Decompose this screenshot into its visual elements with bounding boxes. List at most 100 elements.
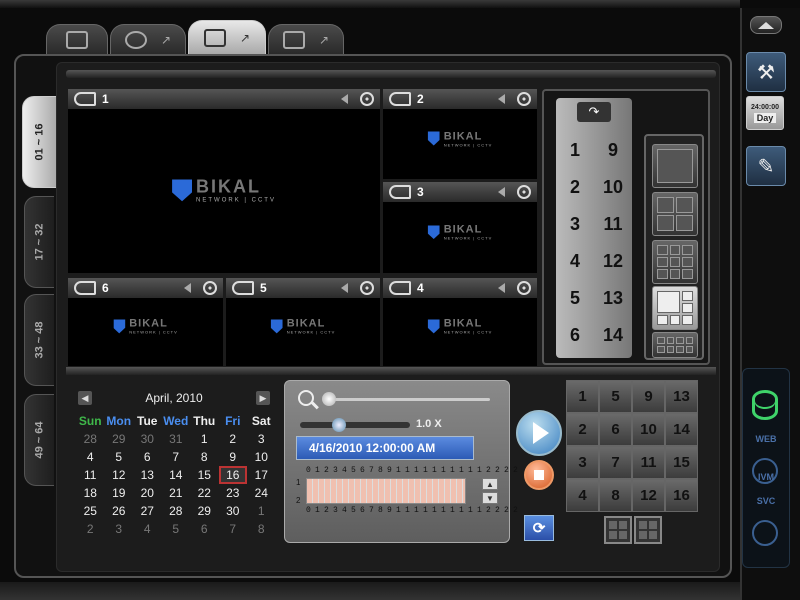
camera-tile[interactable]: 5 BIKAL NETWORK | CCTV — [226, 278, 380, 366]
calendar-day[interactable]: 7 — [219, 520, 248, 538]
datetime-display[interactable]: 4/16/2010 12:00:00 AM — [296, 436, 474, 460]
layout-1-button[interactable] — [652, 144, 698, 188]
calendar-day[interactable]: 7 — [162, 448, 191, 466]
calendar-day[interactable]: 31 — [162, 430, 191, 448]
channel-button[interactable]: 10 — [632, 413, 665, 446]
calendar-day[interactable]: 6 — [190, 520, 219, 538]
vtab-33-48[interactable]: 33 ~ 48 — [24, 294, 54, 386]
channel-button[interactable]: 1 — [566, 380, 599, 413]
tab-playback[interactable]: ↗ — [110, 24, 186, 54]
prev-icon[interactable] — [341, 94, 348, 104]
scroll-down-icon[interactable]: ▼ — [482, 492, 498, 504]
vtab-49-64[interactable]: 49 ~ 64 — [24, 394, 54, 486]
channel-number[interactable]: 10 — [594, 169, 632, 206]
reel-icon[interactable] — [517, 92, 531, 106]
calendar-day[interactable]: 29 — [105, 430, 134, 448]
reel-icon[interactable] — [360, 281, 374, 295]
channel-number[interactable]: 1 — [556, 132, 594, 169]
channel-button[interactable]: 12 — [632, 479, 665, 512]
reel-icon[interactable] — [517, 281, 531, 295]
calendar-day[interactable]: 25 — [76, 502, 105, 520]
notepad-button[interactable]: ✎ — [746, 146, 786, 186]
reel-icon[interactable] — [360, 92, 374, 106]
timeline[interactable]: 0 1 2 3 4 5 6 7 8 9 1 1 1 1 1 1 1 1 1 1 … — [296, 466, 518, 518]
camera-tile[interactable]: 1 BIKAL NETWORK | CCTV — [68, 89, 380, 273]
channel-button[interactable]: 5 — [599, 380, 632, 413]
camera-tile[interactable]: 6 BIKAL NETWORK | CCTV — [68, 278, 223, 366]
channel-number[interactable]: 14 — [594, 317, 632, 354]
calendar-day[interactable]: 19 — [105, 484, 134, 502]
stop-button[interactable] — [524, 460, 554, 490]
tab-pages[interactable]: ↗ — [268, 24, 344, 54]
tools-button[interactable]: ⚒ — [746, 52, 786, 92]
sync-button[interactable]: ⟳ — [524, 515, 554, 541]
channel-button[interactable]: 9 — [632, 380, 665, 413]
channel-button[interactable]: 16 — [665, 479, 698, 512]
calendar-day[interactable]: 4 — [76, 448, 105, 466]
calendar-day[interactable]: 29 — [190, 502, 219, 520]
channel-number[interactable]: 11 — [594, 206, 632, 243]
prev-icon[interactable] — [498, 94, 505, 104]
prev-icon[interactable] — [498, 187, 505, 197]
calendar-day[interactable]: 30 — [219, 502, 248, 520]
calendar-day[interactable]: 13 — [133, 466, 162, 484]
play-button[interactable] — [516, 410, 562, 456]
layout-6-button[interactable] — [652, 286, 698, 330]
calendar-day[interactable]: 23 — [219, 484, 248, 502]
channel-button[interactable]: 11 — [632, 446, 665, 479]
calendar-day[interactable]: 3 — [105, 520, 134, 538]
speed-slider[interactable] — [300, 422, 410, 428]
channel-layout-4b-button[interactable] — [634, 516, 662, 544]
prev-icon[interactable] — [184, 283, 191, 293]
eject-icon[interactable] — [750, 16, 782, 34]
calendar-day[interactable]: 11 — [76, 466, 105, 484]
channel-button[interactable]: 6 — [599, 413, 632, 446]
calendar-day[interactable]: 14 — [162, 466, 191, 484]
tab-live[interactable] — [46, 24, 108, 54]
web-label[interactable]: WEB — [742, 434, 790, 444]
channel-number[interactable]: 9 — [594, 132, 632, 169]
calendar-day[interactable]: 9 — [219, 448, 248, 466]
calendar-day[interactable]: 30 — [133, 430, 162, 448]
calendar-day[interactable]: 21 — [162, 484, 191, 502]
channel-number[interactable]: 3 — [556, 206, 594, 243]
channel-button[interactable]: 3 — [566, 446, 599, 479]
channel-button[interactable]: 2 — [566, 413, 599, 446]
calendar-day[interactable]: 22 — [190, 484, 219, 502]
zoom-slider-handle[interactable] — [322, 392, 336, 406]
clock-widget[interactable]: 24:00:00 Day — [746, 96, 784, 130]
calendar-day[interactable]: 24 — [247, 484, 276, 502]
calendar-day[interactable]: 20 — [133, 484, 162, 502]
channel-button[interactable]: 8 — [599, 479, 632, 512]
calendar-day[interactable]: 18 — [76, 484, 105, 502]
channel-button[interactable]: 14 — [665, 413, 698, 446]
calendar-day[interactable]: 5 — [105, 448, 134, 466]
channel-number[interactable]: 4 — [556, 243, 594, 280]
camera-tile[interactable]: 4 BIKAL NETWORK | CCTV — [383, 278, 537, 366]
layout-16-button[interactable] — [652, 332, 698, 358]
rotate-icon[interactable]: ↷ — [577, 102, 611, 122]
calendar-day[interactable]: 2 — [219, 430, 248, 448]
prev-icon[interactable] — [341, 283, 348, 293]
calendar-day[interactable]: 12 — [105, 466, 134, 484]
calendar-day[interactable]: 15 — [190, 466, 219, 484]
channel-button[interactable]: 15 — [665, 446, 698, 479]
ivm-label[interactable]: IVM — [742, 472, 790, 482]
reel-icon[interactable] — [517, 185, 531, 199]
speed-slider-handle[interactable] — [331, 418, 346, 432]
zoom-slider[interactable] — [330, 398, 490, 401]
calendar-day[interactable]: 1 — [247, 502, 276, 520]
camera-tile[interactable]: 3 BIKAL NETWORK | CCTV — [383, 182, 537, 273]
calendar-day[interactable]: 4 — [133, 520, 162, 538]
calendar-day[interactable]: 8 — [190, 448, 219, 466]
calendar-day[interactable]: 28 — [162, 502, 191, 520]
calendar-day[interactable]: 17 — [247, 466, 276, 484]
channel-button[interactable]: 13 — [665, 380, 698, 413]
channel-number[interactable]: 5 — [556, 280, 594, 317]
reel-icon[interactable] — [203, 281, 217, 295]
calendar-day[interactable]: 8 — [247, 520, 276, 538]
channel-number[interactable]: 2 — [556, 169, 594, 206]
prev-month-button[interactable]: ◀ — [78, 391, 92, 405]
prev-icon[interactable] — [498, 283, 505, 293]
vtab-17-32[interactable]: 17 ~ 32 — [24, 196, 54, 288]
